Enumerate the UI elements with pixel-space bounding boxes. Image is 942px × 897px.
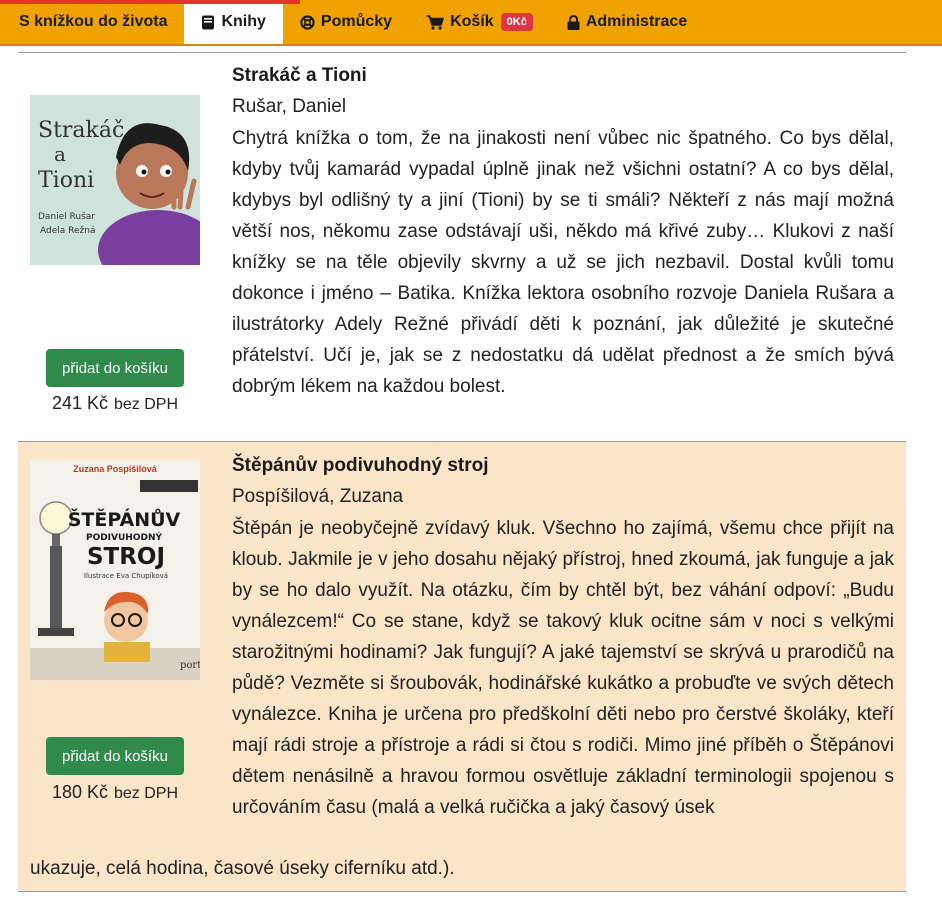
nav-item-label: Košík bbox=[450, 13, 494, 30]
nav-item-label: Pomůcky bbox=[320, 13, 393, 30]
book-title[interactable]: Strakáč a Tioni bbox=[232, 65, 367, 87]
nav-item-label: Administrace bbox=[585, 13, 688, 30]
cover-author-text: Adela Režná bbox=[40, 226, 95, 236]
cover-title-text: Tioni bbox=[38, 168, 94, 193]
book-icon bbox=[201, 15, 215, 30]
cover-title-text: a bbox=[54, 142, 66, 166]
book-author: Pospíšilová, Zuzana bbox=[232, 486, 404, 507]
nav-item-label: Knihy bbox=[221, 13, 266, 30]
book-title[interactable]: Štěpánův podivuhodný stroj bbox=[232, 455, 489, 477]
price-unit: bez DPH bbox=[114, 785, 179, 802]
nav-item-pomucky[interactable]: Pomůcky bbox=[283, 0, 409, 44]
book-price: 180 Kč bez DPH bbox=[18, 782, 212, 803]
add-to-cart-button[interactable]: přidat do košíku bbox=[46, 349, 184, 387]
nav-item-administrace[interactable]: Administrace bbox=[550, 0, 704, 44]
price-unit: bez DPH bbox=[114, 396, 179, 413]
cart-total-badge: 0Kč bbox=[500, 13, 533, 31]
add-to-cart-button[interactable]: přidat do košíku bbox=[46, 737, 184, 775]
cover-author-text: Daniel Rušar bbox=[38, 211, 95, 222]
book-cover-image: Zuzana Pospíšilová ŠTĚPÁNŮV PODIVUHODNÝ … bbox=[30, 460, 210, 680]
nav-item-kosik[interactable]: Košík 0Kč bbox=[409, 0, 550, 44]
lifebuoy-icon bbox=[300, 14, 315, 30]
book-author: Rušar, Daniel bbox=[232, 96, 347, 117]
book-description: Štěpán je neobyčejně zvídavý kluk. Všech… bbox=[232, 518, 894, 818]
lock-icon bbox=[567, 14, 580, 30]
book-row: Strakáč a Tioni Daniel Rušar Adela Režná… bbox=[18, 52, 906, 441]
book-price: 241 Kč bez DPH bbox=[18, 393, 212, 414]
book-row: Zuzana Pospíšilová ŠTĚPÁNŮV PODIVUHODNÝ … bbox=[18, 441, 906, 892]
book-description-tail: ukazuje, celá hodina, časové úseky cifer… bbox=[30, 858, 455, 879]
book-description: Chytrá knížka o tom, že na jinakosti nen… bbox=[232, 128, 894, 397]
book-cover-image: Strakáč a Tioni Daniel Rušar Adela Režná bbox=[30, 95, 218, 290]
cover-publisher-text: portál bbox=[180, 660, 200, 671]
price-value: 180 Kč bbox=[51, 782, 108, 802]
cover-title-text: Strakáč bbox=[38, 118, 124, 143]
main-nav: S knížkou do života Knihy Pomůcky Košík … bbox=[0, 0, 942, 46]
cover-title-text: PODIVUHODNÝ bbox=[86, 531, 163, 543]
price-value: 241 Kč bbox=[51, 393, 108, 413]
cover-title-text: ŠTĚPÁNŮV bbox=[68, 507, 181, 531]
nav-item-knihy[interactable]: Knihy bbox=[184, 0, 283, 44]
nav-brand-link[interactable]: S knížkou do života bbox=[0, 0, 184, 44]
cart-icon bbox=[426, 14, 444, 30]
top-accent-strip bbox=[0, 0, 300, 4]
cover-author-text: Zuzana Pospíšilová bbox=[73, 464, 158, 474]
cover-title-text: STROJ bbox=[87, 544, 165, 570]
cover-illustrator-text: Ilustrace Eva Chupíková bbox=[84, 572, 168, 580]
